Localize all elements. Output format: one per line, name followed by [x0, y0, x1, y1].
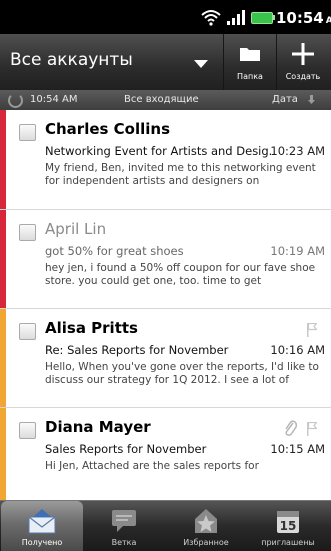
tab-conversations[interactable]: Ветка	[83, 501, 165, 551]
tab-label: Ветка	[111, 538, 137, 547]
select-checkbox[interactable]	[19, 224, 36, 241]
favorites-star-icon	[195, 509, 217, 533]
email-preview: Hi Jen, Attached are the sales reports f…	[45, 460, 259, 472]
email-subject: got 50% for great shoes	[45, 244, 184, 258]
email-sender: Diana Mayer	[45, 418, 151, 436]
wifi-icon	[201, 10, 221, 26]
sort-down-arrow-icon	[308, 95, 315, 104]
email-list-item[interactable]: April Lin got 50% for great shoes 10:19 …	[0, 210, 331, 309]
account-color-stripe	[0, 408, 6, 500]
dropdown-arrow-icon	[194, 60, 208, 68]
tab-inbox[interactable]: Получено	[1, 501, 83, 551]
select-checkbox[interactable]	[19, 323, 36, 340]
folder-button[interactable]: Папка	[223, 34, 276, 90]
email-subject: Re: Sales Reports for November	[45, 343, 229, 357]
email-list: Charles Collins Networking Event for Art…	[0, 110, 331, 500]
folder-button-label: Папка	[237, 72, 263, 81]
email-time: 10:15 AM	[270, 442, 325, 456]
status-time: 10:54AM	[276, 9, 331, 27]
account-label: Все аккаунты	[10, 50, 133, 70]
account-color-stripe	[0, 110, 6, 209]
select-checkbox[interactable]	[19, 124, 36, 141]
battery-icon	[251, 12, 275, 24]
email-sender: Charles Collins	[45, 120, 171, 138]
email-subject: Networking Event for Artists and Desig..…	[45, 144, 277, 158]
tab-favorites[interactable]: Избранное	[165, 501, 247, 551]
bottom-tab-bar: Получено Ветка Избранное 15 приглашены	[0, 500, 331, 551]
flag-icon[interactable]	[307, 323, 317, 337]
tab-label: Избранное	[183, 538, 229, 547]
account-selector[interactable]: Все аккаунты	[0, 34, 222, 90]
email-time: 10:16 AM	[270, 343, 325, 357]
header-bar: Все аккаунты Папка Создать	[0, 34, 331, 91]
conversation-icon	[112, 510, 136, 532]
email-time: 10:19 AM	[270, 244, 325, 258]
select-checkbox[interactable]	[19, 422, 36, 439]
email-preview: My friend, Ben, invited me to this netwo…	[45, 162, 316, 187]
last-sync-time: 10:54 AM	[30, 94, 78, 105]
tab-label: Получено	[21, 538, 63, 547]
email-list-item[interactable]: Charles Collins Networking Event for Art…	[0, 110, 331, 210]
email-sender: Alisa Pritts	[45, 319, 138, 337]
email-list-item[interactable]: Alisa Pritts Re: Sales Reports for Novem…	[0, 309, 331, 408]
account-color-stripe	[0, 210, 6, 308]
attachment-paperclip-icon	[285, 420, 297, 436]
email-subject: Sales Reports for November	[45, 442, 207, 456]
signal-icon	[227, 10, 245, 25]
status-bar: 10:54AM	[0, 0, 331, 34]
create-button-label: Создать	[285, 72, 321, 81]
account-color-stripe	[0, 309, 6, 407]
calendar-invite-icon: 15	[277, 511, 299, 533]
tab-label: приглашены	[261, 538, 315, 547]
inbox-envelope-icon	[28, 509, 56, 534]
flag-icon[interactable]	[307, 422, 317, 436]
sync-icon[interactable]	[8, 93, 23, 108]
plus-icon	[292, 43, 314, 65]
mailbox-info-bar: 10:54 AM Все входящие Дата	[0, 90, 331, 110]
email-preview: Hello, When you've gone over the reports…	[45, 361, 319, 386]
sort-button[interactable]: Дата	[272, 94, 298, 105]
email-sender: April Lin	[45, 220, 107, 238]
folder-icon	[240, 48, 260, 61]
email-time: 10:23 AM	[270, 144, 325, 158]
email-preview: hey jen, i found a 50% off coupon for ou…	[45, 262, 316, 287]
mailbox-name: Все входящие	[124, 94, 199, 105]
svg-text:15: 15	[280, 519, 297, 533]
email-list-item[interactable]: Diana Mayer Sales Reports for November 1…	[0, 408, 331, 500]
tab-invitations[interactable]: 15 приглашены	[247, 501, 329, 551]
create-button[interactable]: Создать	[276, 34, 329, 90]
